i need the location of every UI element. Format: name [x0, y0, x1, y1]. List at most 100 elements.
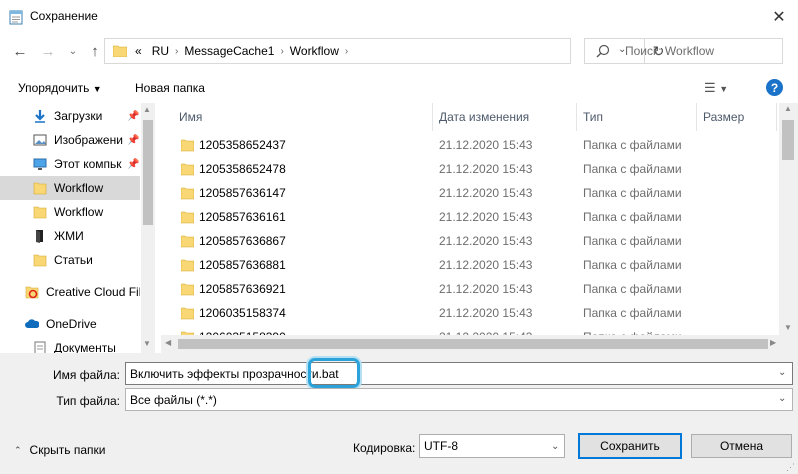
sidebar-item-zhmi[interactable]: ЖМИ [0, 224, 140, 248]
forward-button[interactable]: → [38, 41, 58, 61]
sidebar-scroll-thumb[interactable] [143, 120, 153, 225]
file-name: 1205358652478 [199, 162, 286, 176]
folder-icon [181, 259, 194, 272]
computer-icon [33, 158, 47, 170]
sidebar-item-label: Этот компьк [54, 157, 122, 171]
organize-button[interactable]: Упорядочить ▼ [18, 81, 102, 95]
encoding-label: Кодировка: [353, 441, 416, 455]
navigation-pane: Загрузки 📌 Изображени 📌 Этот компьк 📌 Wo… [0, 103, 155, 353]
pictures-icon [33, 134, 47, 146]
folder-icon [181, 211, 194, 224]
column-size[interactable]: Размер [703, 110, 744, 124]
sidebar-item-this-pc[interactable]: Этот компьк 📌 [0, 152, 140, 176]
sidebar-item-label: Документы [54, 341, 116, 353]
scroll-down-icon[interactable]: ▼ [784, 323, 792, 332]
file-list-scroll-thumb[interactable] [782, 120, 794, 160]
table-row[interactable]: 1205857636921 21.12.2020 15:43 Папка с фай… [161, 277, 779, 301]
encoding-select[interactable]: UTF-8 [419, 434, 565, 458]
file-date: 21.12.2020 15:43 [439, 210, 533, 224]
download-arrow-icon [35, 110, 45, 123]
file-type: Папка с файлами [583, 306, 682, 320]
table-row[interactable]: 1205857636881 21.12.2020 15:43 Папка с фай… [161, 253, 779, 277]
file-name: 1205857636881 [199, 258, 286, 272]
file-type: Папка с файлами [583, 234, 682, 248]
sidebar-item-label: Изображени [54, 133, 123, 147]
sidebar-item-label: Workflow [54, 181, 104, 195]
column-header: Имя ^ Дата изменения Тип Размер [161, 103, 779, 131]
file-type: Папка с файлами [583, 162, 682, 176]
column-divider[interactable] [776, 103, 777, 131]
folder-icon [181, 235, 194, 248]
sidebar-item-documents[interactable]: Документы [0, 336, 140, 353]
column-divider[interactable] [576, 103, 577, 131]
chevron-down-icon[interactable]: ⌄ [551, 441, 559, 452]
table-row[interactable]: 1206035158374 21.12.2020 15:43 Папка с фай… [161, 301, 779, 325]
navigation-bar: ← → ⌄ ↑ « RU › MessageCache1 › Workflow … [0, 33, 798, 71]
sidebar-item-onedrive[interactable]: OneDrive [0, 312, 140, 336]
chevron-right-icon[interactable]: › [175, 46, 178, 57]
help-button[interactable]: ? [766, 79, 783, 96]
scroll-up-icon[interactable]: ▲ [784, 104, 792, 113]
column-name[interactable]: Имя [179, 110, 202, 124]
file-date: 21.12.2020 15:43 [439, 162, 533, 176]
save-button[interactable]: Сохранить [578, 433, 682, 459]
folder-icon [181, 283, 194, 296]
search-input[interactable]: Поиск: Workflow [584, 38, 783, 64]
breadcrumb-item[interactable]: RU [152, 44, 169, 58]
folder-icon [33, 206, 47, 219]
column-divider[interactable] [432, 103, 433, 131]
address-bar[interactable]: « RU › MessageCache1 › Workflow › ⌄ ↻ [104, 38, 664, 64]
file-name: 1205857636161 [199, 210, 286, 224]
folder-icon [113, 45, 127, 57]
horizontal-scroll-thumb[interactable] [178, 339, 768, 349]
scroll-down-icon[interactable]: ▼ [143, 339, 151, 348]
search-placeholder: Поиск: Workflow [625, 44, 715, 58]
filetype-label: Тип файла: [56, 394, 120, 408]
file-date: 21.12.2020 15:43 [439, 138, 533, 152]
sidebar-item-downloads[interactable]: Загрузки 📌 [0, 104, 140, 128]
column-date[interactable]: Дата изменения [439, 110, 529, 124]
breadcrumb-item[interactable]: Workflow [290, 44, 339, 58]
pin-icon: 📌 [127, 158, 140, 170]
scroll-up-icon[interactable]: ▲ [143, 105, 151, 114]
chevron-down-icon: ▼ [92, 84, 102, 94]
scroll-right-icon[interactable]: ▶ [770, 338, 776, 347]
up-button[interactable]: ↑ [85, 41, 105, 61]
chevron-down-icon[interactable]: ⌄ [778, 367, 786, 378]
view-options-button[interactable]: ☰ ▼ [704, 80, 728, 96]
new-folder-button[interactable]: Новая папка [135, 81, 205, 95]
sidebar-item-label: Workflow [54, 205, 104, 219]
file-date: 21.12.2020 15:43 [439, 186, 533, 200]
sidebar-item-label: ЖМИ [54, 229, 84, 243]
filetype-select[interactable]: Все файлы (*.*) [125, 388, 793, 411]
chevron-down-icon[interactable]: ⌄ [778, 393, 786, 404]
close-button[interactable]: ✕ [760, 0, 798, 33]
file-type: Папка с файлами [583, 282, 682, 296]
column-divider[interactable] [696, 103, 697, 131]
chevron-right-icon[interactable]: › [345, 46, 348, 57]
table-row[interactable]: 1205358652437 21.12.2020 15:43 Папка с фай… [161, 133, 779, 157]
scroll-left-icon[interactable]: ◀ [165, 338, 171, 347]
breadcrumb-overflow[interactable]: « [135, 44, 142, 58]
column-type[interactable]: Тип [583, 110, 603, 124]
chevron-up-icon: ⌃ [14, 444, 22, 455]
sidebar-item-creative-cloud[interactable]: Creative Cloud Fil [0, 280, 140, 304]
resize-grip-icon[interactable]: ⋰ [786, 462, 795, 473]
sidebar-item-workflow[interactable]: Workflow [0, 200, 140, 224]
chevron-right-icon[interactable]: › [280, 46, 283, 57]
toolbar: Упорядочить ▼ Новая папка ☰ ▼ ? [0, 73, 798, 103]
table-row[interactable]: 1205857636161 21.12.2020 15:43 Папка с фай… [161, 205, 779, 229]
table-row[interactable]: 1205857636867 21.12.2020 15:43 Папка с фай… [161, 229, 779, 253]
cancel-button[interactable]: Отмена [691, 434, 792, 458]
table-row[interactable]: 1205358652478 21.12.2020 15:43 Папка с фай… [161, 157, 779, 181]
hide-folders-button[interactable]: ⌃ Скрыть папки [14, 443, 105, 457]
breadcrumb-item[interactable]: MessageCache1 [184, 44, 274, 58]
table-row[interactable]: 1205857636147 21.12.2020 15:43 Папка с фай… [161, 181, 779, 205]
back-button[interactable]: ← [10, 41, 30, 61]
sidebar-item-pictures[interactable]: Изображени 📌 [0, 128, 140, 152]
sidebar-item-workflow-selected[interactable]: Workflow [0, 176, 140, 200]
recent-locations-button[interactable]: ⌄ [63, 41, 83, 61]
sidebar-item-articles[interactable]: Статьи [0, 248, 140, 272]
cloud-icon [25, 319, 39, 328]
filename-input[interactable]: Включить эффекты прозрачности.bat [125, 362, 793, 385]
